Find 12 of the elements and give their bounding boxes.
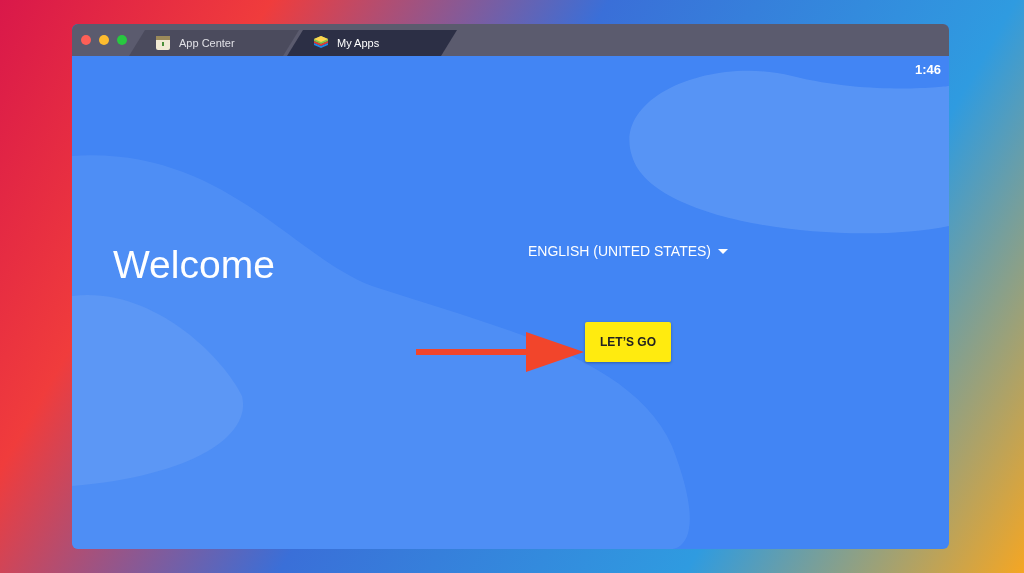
caret-icon [718, 248, 729, 254]
tab[interactable]: App Center [129, 30, 299, 56]
language-dropdown[interactable]: ENGLISH (UNITED STATES) [525, 241, 731, 261]
tab[interactable]: My Apps [287, 30, 457, 56]
lets-go-button[interactable]: LET’S GO [585, 322, 671, 362]
close-icon[interactable] [81, 35, 91, 45]
clock-time: 1:46 [914, 62, 941, 77]
zoom-icon[interactable] [117, 35, 127, 45]
minimize-icon[interactable] [99, 35, 109, 45]
package-icon [155, 35, 171, 51]
welcome-heading: Welcome [113, 243, 276, 287]
layers-icon [313, 35, 329, 51]
